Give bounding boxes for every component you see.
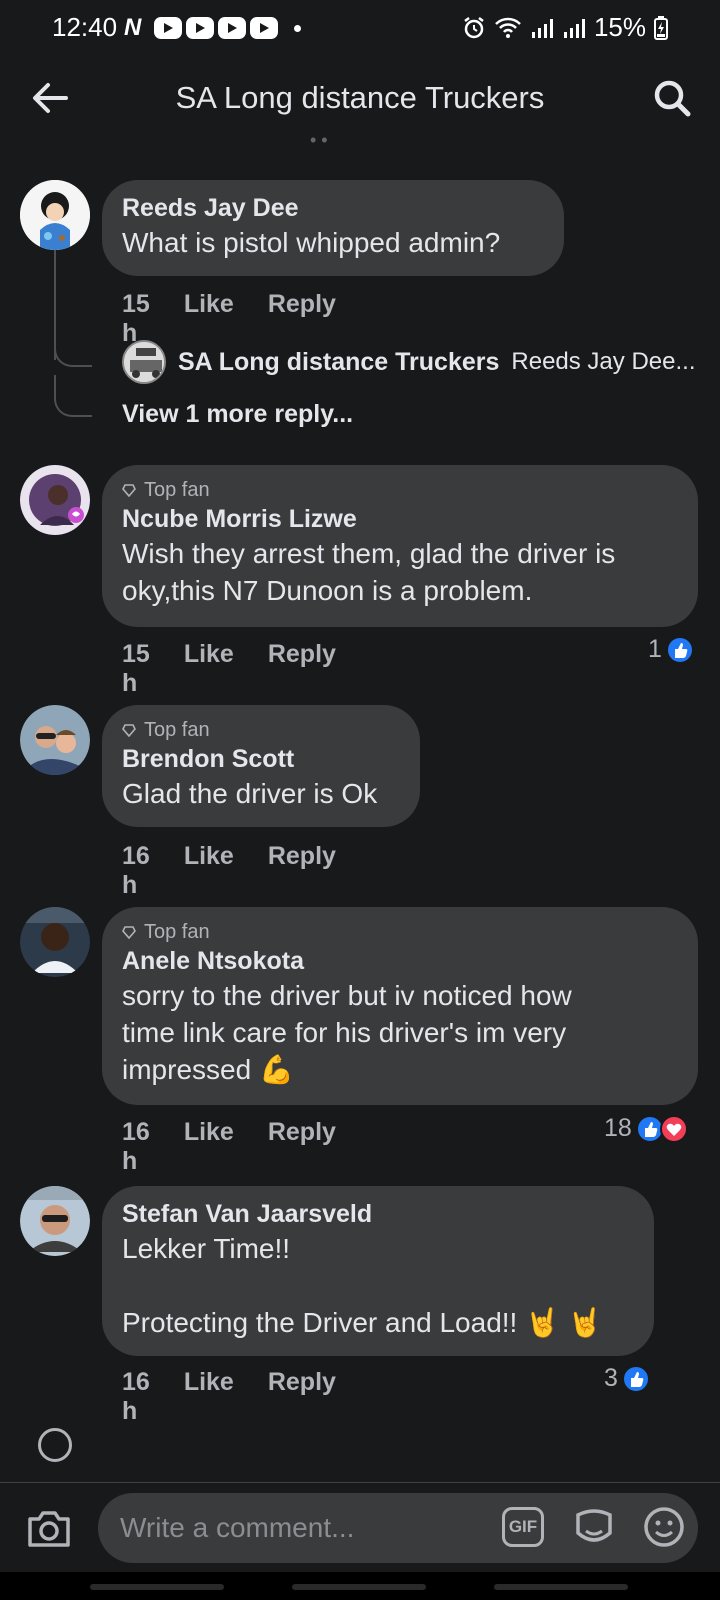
comment-author[interactable]: Brendon Scott xyxy=(122,743,400,775)
comment-actions: 16 h Like Reply xyxy=(122,842,336,900)
status-bar: 12:40 N 15% xyxy=(0,0,720,56)
signal-icon xyxy=(563,18,585,38)
camera-icon[interactable] xyxy=(26,1507,72,1549)
comment-bubble[interactable]: Top fan Anele Ntsokota sorry to the driv… xyxy=(102,907,698,1105)
youtube-notification-icon xyxy=(250,17,278,39)
comment-bubble[interactable]: Reeds Jay Dee What is pistol whipped adm… xyxy=(102,180,564,276)
youtube-notification-icon xyxy=(186,17,214,39)
battery-percent: 15% xyxy=(593,12,646,42)
page-title: SA Long distance Truckers xyxy=(175,80,545,115)
nav-recent-handle[interactable] xyxy=(90,1584,224,1590)
more-notifications-dot-icon xyxy=(294,24,301,32)
comment-text: Wish they arrest them, glad the driver i… xyxy=(122,538,616,606)
comment-text: Glad the driver is Ok xyxy=(122,778,378,809)
comment-actions: 15 h Like Reply xyxy=(122,640,336,698)
reaction-summary[interactable]: 3 xyxy=(604,1364,650,1393)
reply-button[interactable]: Reply xyxy=(268,1118,336,1176)
sticker-icon[interactable] xyxy=(572,1505,616,1549)
comment-bubble[interactable]: Top fan Brendon Scott Glad the driver is… xyxy=(102,705,420,827)
like-reaction-icon xyxy=(665,635,694,664)
view-more-replies-link[interactable]: View 1 more reply... xyxy=(122,400,353,429)
comment-author[interactable]: Anele Ntsokota xyxy=(122,945,678,977)
comment-time[interactable]: 16 h xyxy=(122,1368,150,1426)
comment-bubble[interactable]: Top fan Ncube Morris Lizwe Wish they arr… xyxy=(102,465,698,627)
emoji-icon[interactable] xyxy=(642,1505,686,1549)
reply-snippet: Reeds Jay Dee... xyxy=(511,348,696,375)
top-fan-badge-icon xyxy=(122,724,136,737)
avatar[interactable] xyxy=(20,1186,90,1256)
search-icon[interactable] xyxy=(650,76,694,120)
netflix-notification-icon: N xyxy=(124,14,142,41)
avatar[interactable] xyxy=(20,465,90,535)
reaction-count: 3 xyxy=(604,1364,618,1392)
notification-icons: N xyxy=(124,14,301,42)
comment-author[interactable]: Stefan Van Jaarsveld xyxy=(122,1198,634,1230)
top-fan-label: Top fan xyxy=(144,719,210,741)
comment-actions: 16 h Like Reply xyxy=(122,1118,336,1176)
wifi-icon xyxy=(495,17,521,38)
comment-text: What is pistol whipped admin? xyxy=(122,227,501,258)
reaction-count: 18 xyxy=(604,1114,632,1142)
avatar[interactable] xyxy=(20,180,90,250)
comment-author[interactable]: Ncube Morris Lizwe xyxy=(122,503,678,535)
comment-author[interactable]: Reeds Jay Dee xyxy=(122,192,544,224)
top-fan-badge: Top fan xyxy=(122,717,400,743)
status-time: 12:40 xyxy=(52,12,118,42)
nav-home-handle[interactable] xyxy=(292,1584,426,1590)
system-status-icons: 15% xyxy=(462,12,668,43)
battery-charging-icon xyxy=(654,15,668,40)
comment-composer: GIF xyxy=(0,1482,720,1572)
reply-author[interactable]: SA Long distance Truckers xyxy=(178,348,499,377)
reply-preview[interactable]: SA Long distance Truckers Reeds Jay Dee.… xyxy=(122,340,695,384)
comment-time[interactable]: 15 h xyxy=(122,640,150,698)
reply-avatar xyxy=(122,340,166,384)
comment-actions: 16 h Like Reply xyxy=(122,1368,336,1426)
scrolled-content-fragment: • • xyxy=(310,130,328,150)
top-fan-badge-icon xyxy=(122,484,136,497)
comment-text: Lekker Time!! Protecting the Driver and … xyxy=(122,1233,603,1338)
comment-time[interactable]: 16 h xyxy=(122,1118,150,1176)
reply-button[interactable]: Reply xyxy=(268,842,336,900)
love-reaction-icon xyxy=(659,1114,688,1143)
top-fan-badge: Top fan xyxy=(122,477,678,503)
youtube-notification-icon xyxy=(154,17,182,39)
thread-branch xyxy=(54,375,92,417)
top-fan-label: Top fan xyxy=(144,479,210,501)
top-fan-badge: Top fan xyxy=(122,919,678,945)
top-fan-label: Top fan xyxy=(144,921,210,943)
reply-button[interactable]: Reply xyxy=(268,1368,336,1426)
like-button[interactable]: Like xyxy=(184,842,234,900)
like-button[interactable]: Like xyxy=(184,1368,234,1426)
thread-branch xyxy=(54,325,92,367)
comment-bubble[interactable]: Stefan Van Jaarsveld Lekker Time!! Prote… xyxy=(102,1186,654,1356)
reaction-summary[interactable]: 1 xyxy=(648,635,694,664)
reaction-count: 1 xyxy=(648,635,662,663)
avatar[interactable] xyxy=(20,705,90,775)
like-reaction-icon xyxy=(621,1364,650,1393)
like-button[interactable]: Like xyxy=(184,640,234,698)
signal-icon xyxy=(531,18,553,38)
nav-back-handle[interactable] xyxy=(494,1584,628,1590)
comment-text: sorry to the driver but iv noticed how t… xyxy=(122,980,572,1085)
comment-time[interactable]: 16 h xyxy=(122,842,150,900)
reply-button[interactable]: Reply xyxy=(268,640,336,698)
alarm-icon xyxy=(464,16,484,38)
top-fan-badge-icon xyxy=(122,926,136,939)
like-button[interactable]: Like xyxy=(184,1118,234,1176)
system-nav-bar xyxy=(0,1572,720,1600)
youtube-notification-icon xyxy=(218,17,246,39)
reaction-summary[interactable]: 18 xyxy=(604,1114,688,1143)
gif-icon[interactable]: GIF xyxy=(502,1507,544,1547)
loading-indicator xyxy=(38,1428,72,1462)
avatar[interactable] xyxy=(20,907,90,977)
app-bar: SA Long distance Truckers xyxy=(0,56,720,140)
